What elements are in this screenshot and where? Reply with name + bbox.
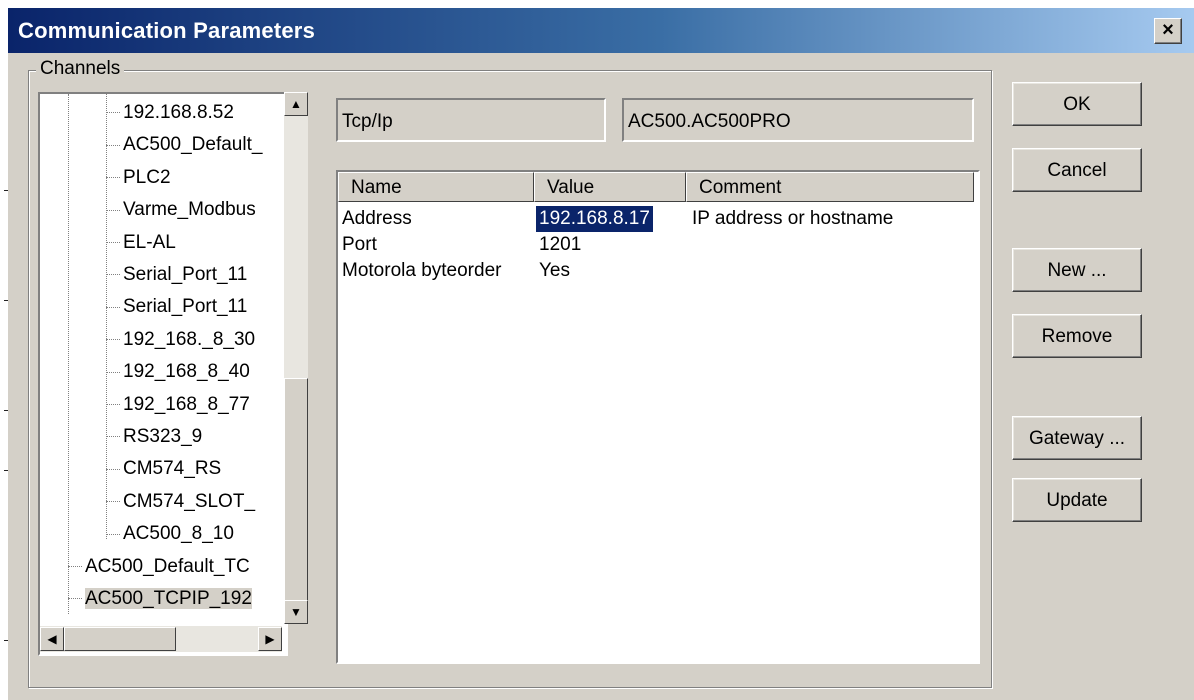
window-title: Communication Parameters [18,18,315,43]
channel-label: EL-AL [123,231,176,253]
channel-tree-item[interactable]: AC500_Default_TC [68,554,250,580]
parameter-value[interactable]: 192.168.8.17 [535,205,654,233]
channel-label: AC500_8_10 [123,523,234,545]
channel-tree[interactable]: 192.168.8.52 AC500_Default_ PLC2 Varme_Modb… [38,92,288,656]
channel-tree-item[interactable]: AC500_Default_ [106,132,262,158]
channel-tree-item[interactable]: Varme_Modbus [106,197,256,223]
update-button[interactable]: Update [1012,478,1142,522]
column-header-name[interactable]: Name [338,172,534,202]
title-bar[interactable]: Communication Parameters × [8,8,1194,53]
channel-tree-item[interactable]: 192_168._8_30 [106,327,255,353]
channel-label: AC500_TCPIP_192 [85,588,252,609]
channels-group-label: Channels [36,58,125,80]
tree-branch-line [106,436,120,438]
channel-tree-item[interactable]: 192_168_8_77 [106,392,250,418]
tree-branch-line [106,112,120,114]
tree-branch-line [106,533,120,535]
target-field: AC500.AC500PRO [622,98,974,142]
protocol-field: Tcp/Ip [336,98,606,142]
channel-tree-item[interactable]: CM574_RS [106,456,221,482]
parameter-comment: IP address or hostname [692,208,894,229]
parameter-list[interactable]: Name Value Comment Address 192.168.8.17 … [336,170,980,664]
tree-branch-line [106,339,120,341]
channel-tree-item[interactable]: CM574_SLOT_ [106,489,255,515]
channel-tree-item[interactable]: AC500_8_10 [106,521,234,547]
tree-branch-line [106,209,120,211]
parameter-value[interactable]: Yes [539,258,570,284]
tree-connector [68,94,69,614]
parameter-name: Motorola byteorder [342,260,502,281]
tree-branch-line [68,566,82,568]
channel-tree-item[interactable]: 192_168_8_40 [106,359,250,385]
channel-label: Serial_Port_11 [123,296,248,318]
arrow-up-icon: ▲ [290,97,302,111]
scroll-up-button[interactable]: ▲ [284,92,308,116]
tree-branch-line [106,242,120,244]
channel-label: PLC2 [123,166,171,188]
parameter-value[interactable]: 1201 [539,232,581,258]
channel-label: 192_168_8_77 [123,393,250,415]
channel-label: Varme_Modbus [123,199,256,221]
scroll-left-button[interactable]: ◀ [40,627,64,651]
tree-branch-line [106,306,120,308]
channel-label: CM574_RS [123,458,222,480]
tree-branch-line [106,468,120,470]
channel-label: 192.168.8.52 [123,102,234,123]
channel-label: AC500_Default_ [123,134,263,156]
arrow-right-icon: ▶ [265,632,275,646]
tree-branch-line [68,598,82,600]
channel-label: 192_168_8_40 [123,361,250,383]
column-header-comment[interactable]: Comment [686,172,974,202]
close-icon: × [1162,19,1174,41]
channel-label: 192_168._8_30 [123,328,256,350]
channel-tree-item[interactable]: AC500_TCPIP_192 [68,586,252,612]
scroll-thumb[interactable] [284,378,308,602]
tree-branch-line [106,404,120,406]
parameter-row[interactable]: Address 192.168.8.17 IP address or hostn… [342,205,972,233]
ok-button[interactable]: OK [1012,82,1142,126]
remove-channel-button[interactable]: Remove [1012,314,1142,358]
scroll-down-button[interactable]: ▼ [284,600,308,624]
channel-tree-item[interactable]: Serial_Port_11 [106,262,247,288]
channel-tree-vertical-scrollbar[interactable]: ▲ ▼ [284,92,308,624]
arrow-left-icon: ◀ [47,632,57,646]
gateway-button[interactable]: Gateway ... [1012,416,1142,460]
channel-tree-item[interactable]: 192.168.8.52 [106,100,234,126]
channel-label: Serial_Port_11 [123,264,248,285]
horizontal-scroll-thumb[interactable] [64,627,176,651]
channel-tree-item[interactable]: EL-AL [106,230,176,256]
column-header-value[interactable]: Value [534,172,686,202]
parameter-name: Address [342,208,412,229]
tree-branch-line [106,371,120,373]
scroll-right-button[interactable]: ▶ [258,627,282,651]
cancel-button[interactable]: Cancel [1012,148,1142,192]
channel-tree-horizontal-scrollbar[interactable]: ◀ ▶ [40,626,282,652]
parameter-row[interactable]: Motorola byteorder Yes [342,258,972,284]
parameter-row[interactable]: Port 1201 [342,232,972,258]
channel-label: AC500_Default_TC [85,555,250,577]
close-button[interactable]: × [1154,18,1182,44]
new-channel-button[interactable]: New ... [1012,248,1142,292]
tree-branch-line [106,274,120,276]
tree-branch-line [106,144,120,146]
arrow-down-icon: ▼ [290,605,302,619]
channel-label: RS323_9 [123,426,203,447]
channel-tree-item[interactable]: Serial_Port_11 [106,294,247,320]
tree-branch-line [106,177,120,179]
channel-tree-item[interactable]: PLC2 [106,165,171,191]
channel-label: CM574_SLOT_ [123,490,256,512]
channel-tree-item[interactable]: RS323_9 [106,424,202,450]
parameter-name: Port [342,234,377,255]
tree-branch-line [106,501,120,503]
